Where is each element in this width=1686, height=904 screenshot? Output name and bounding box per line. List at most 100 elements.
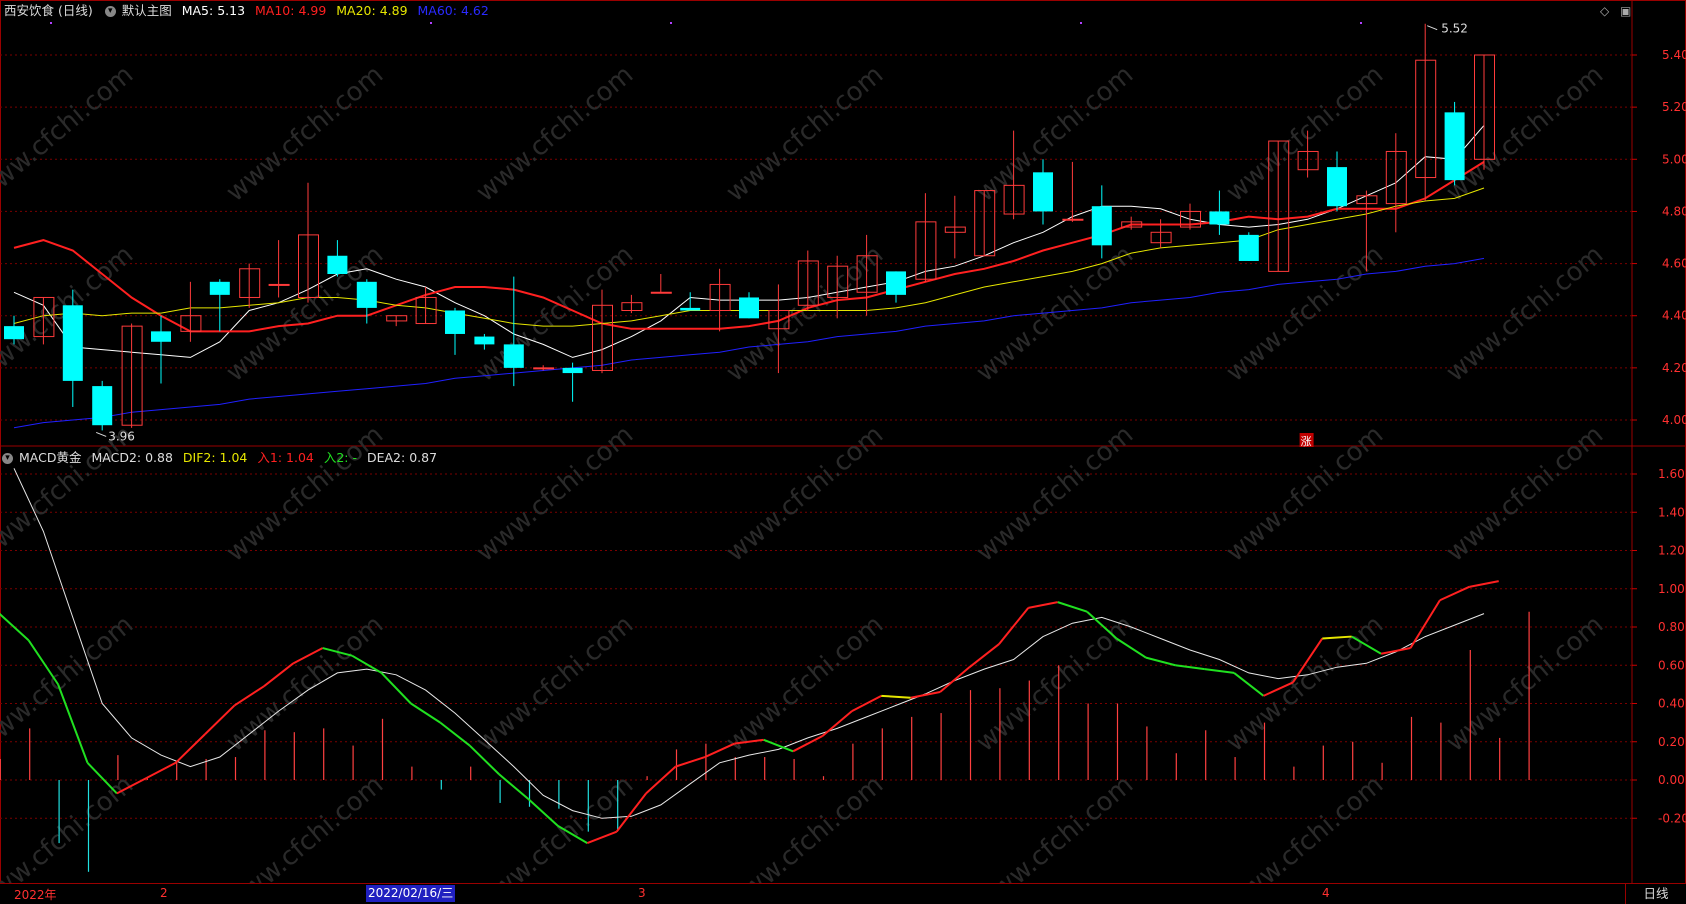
macd-y-tick-label: 0.60 — [1658, 658, 1685, 672]
template-menu-icon[interactable]: ▾ — [104, 6, 116, 17]
watermark-text: www.cfchi.com — [221, 60, 390, 208]
dif2-segment — [675, 756, 706, 768]
dif2-segment — [704, 742, 735, 758]
watermark-text: www.cfchi.com — [1441, 610, 1610, 758]
high-pointer — [1427, 25, 1438, 31]
dif2-segment — [1145, 656, 1176, 667]
watermark-text: www.cfchi.com — [1221, 60, 1390, 208]
watermark-text: www.cfchi.com — [471, 60, 640, 208]
watermark-text: www.cfchi.com — [1441, 420, 1610, 568]
cursor-date: 2022/02/16/三 — [366, 885, 456, 902]
main-y-tick-label: 5.00 — [1662, 152, 1686, 166]
ma5-value: MA5: 5.13 — [181, 3, 246, 18]
candle-body — [1444, 112, 1465, 181]
dif2-segment — [498, 773, 530, 800]
dif2-value: DIF2: 1.04 — [182, 450, 248, 465]
candle-body — [4, 326, 24, 340]
x-label-apr: 4 — [1322, 886, 1330, 900]
dif2-segment — [910, 691, 941, 699]
dif2-segment — [586, 830, 618, 845]
dif2-segment — [1469, 580, 1499, 588]
candle-body — [1209, 211, 1230, 225]
dif2-segment — [1204, 668, 1235, 674]
event-marker — [1080, 22, 1082, 24]
dif2-segment — [1028, 601, 1058, 609]
buy2-value: 入2: - — [323, 450, 357, 465]
dif2-segment — [1439, 585, 1470, 602]
maximize-icon[interactable]: ▣ — [1620, 4, 1631, 18]
watermark-text: www.cfchi.com — [971, 240, 1140, 388]
candle-body — [445, 310, 465, 334]
candle-body — [562, 367, 583, 374]
dif2-segment — [0, 612, 30, 642]
candle-body — [1327, 167, 1347, 207]
ma60-value: MA60: 4.62 — [417, 3, 489, 18]
dif2-segment — [1175, 664, 1205, 671]
watermark-text: www.cfchi.com — [221, 420, 390, 568]
dif2-segment — [1233, 672, 1265, 697]
candle-body — [1091, 206, 1112, 246]
candle-body — [1062, 218, 1084, 221]
event-marker — [430, 22, 432, 24]
dif2-segment — [939, 666, 971, 693]
watermark-text: www.cfchi.com — [971, 610, 1140, 758]
candle-body — [533, 367, 555, 370]
watermark-text: www.cfchi.com — [221, 610, 390, 758]
signal-label: 涨 — [1301, 435, 1312, 448]
macd-y-tick-label: 0.20 — [1658, 735, 1685, 749]
dif2-segment — [175, 733, 206, 764]
candle-body — [503, 344, 524, 368]
event-marker — [670, 22, 672, 24]
stock-title: 西安饮食 (日线) — [4, 3, 93, 18]
candle-body — [327, 255, 348, 274]
watermark-text: www.cfchi.com — [1221, 240, 1390, 388]
candle-body — [151, 331, 171, 342]
high-label: 5.52 — [1441, 22, 1468, 36]
candle-body — [739, 297, 759, 319]
dif2-segment — [998, 607, 1030, 645]
candle-body — [92, 386, 113, 426]
candle-body — [62, 305, 83, 381]
period-button[interactable]: 日线 — [1625, 884, 1686, 904]
dif2-segment — [145, 761, 177, 779]
watermark-text: www.cfchi.com — [0, 60, 139, 208]
dif2-segment — [1380, 647, 1411, 655]
chart-window[interactable]: { "main_header": { "stock": "西安饮食 (日线)",… — [0, 0, 1686, 904]
diamond-icon[interactable]: ◇ — [1600, 4, 1609, 18]
dif2-segment — [527, 798, 559, 827]
candle-body — [239, 268, 261, 298]
macd-y-tick-label: 1.60 — [1658, 467, 1685, 481]
watermark-text: www.cfchi.com — [721, 420, 890, 568]
dif2-segment — [1057, 601, 1088, 613]
template-label[interactable]: 默认主图 — [122, 3, 172, 18]
candle-body — [650, 291, 672, 294]
event-marker — [50, 22, 52, 24]
candle-body — [268, 283, 290, 286]
candle-body — [209, 281, 230, 295]
x-label-year: 2022年 — [14, 888, 57, 902]
watermark-text: www.cfchi.com — [721, 610, 890, 758]
dif2-segment — [968, 643, 1000, 668]
watermark-text: www.cfchi.com — [721, 60, 890, 208]
watermark-text: www.cfchi.com — [471, 240, 640, 388]
dif2-segment — [57, 684, 89, 764]
dif2-segment — [1115, 637, 1147, 659]
macd-y-tick-label: 0.00 — [1658, 773, 1685, 787]
candle-body — [474, 336, 495, 345]
dif2-segment — [1409, 599, 1441, 649]
main-y-tick-label: 4.60 — [1662, 257, 1686, 271]
candle-body — [1033, 172, 1053, 212]
watermark-text: www.cfchi.com — [1441, 60, 1610, 208]
indicator-menu-icon[interactable]: ▾ — [2, 453, 13, 464]
candle-body — [680, 307, 701, 311]
main-y-tick-label: 4.00 — [1662, 413, 1686, 427]
macd-name[interactable]: MACD黄金 — [19, 450, 81, 465]
macd-y-tick-label: 0.80 — [1658, 620, 1685, 634]
candle-body — [356, 281, 377, 308]
low-label: 3.96 — [108, 429, 135, 443]
main-y-tick-label: 5.20 — [1662, 100, 1686, 114]
x-label-feb: 2 — [160, 886, 168, 900]
dif2-segment — [881, 694, 911, 699]
watermark-text: www.cfchi.com — [1221, 610, 1390, 758]
dif2-segment — [410, 702, 441, 724]
